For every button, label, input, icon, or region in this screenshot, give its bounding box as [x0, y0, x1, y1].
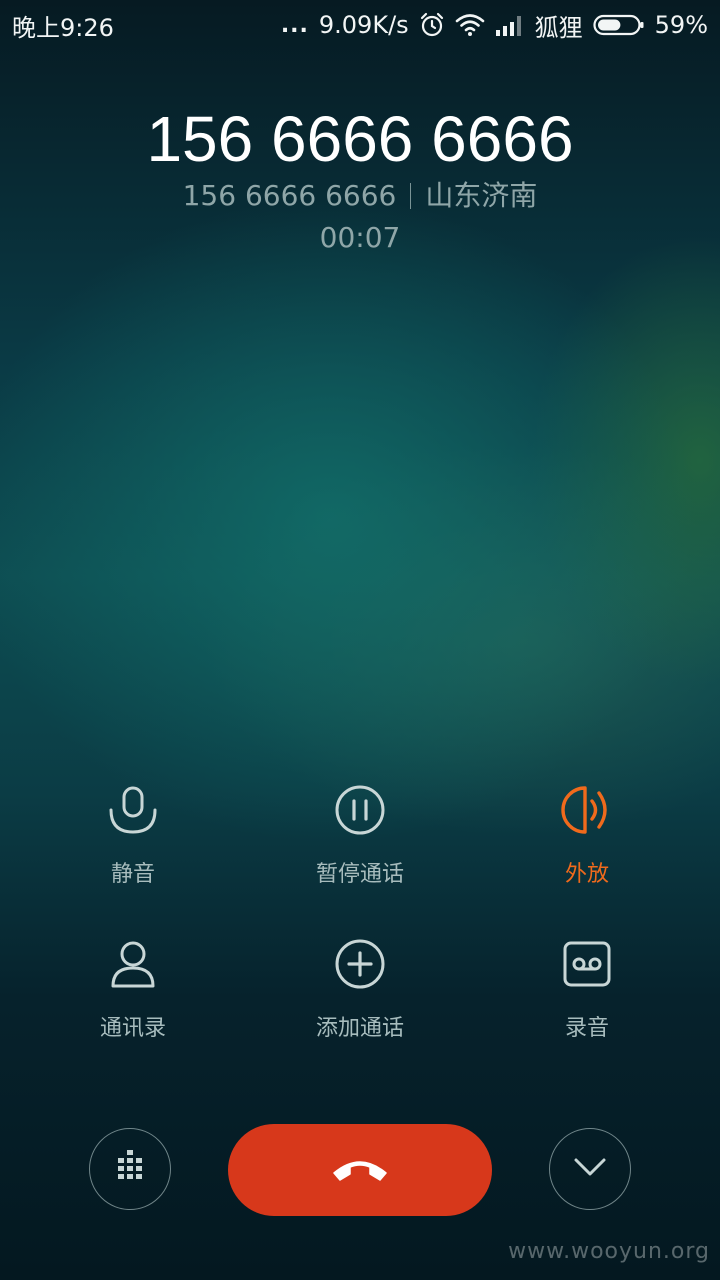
dialpad-icon [112, 1149, 148, 1189]
record-label: 录音 [564, 1016, 609, 1041]
wifi-icon [455, 13, 485, 37]
battery-icon [593, 13, 645, 37]
status-time: 晚上9:26 [12, 13, 114, 42]
call-actions: 静音 暂停通话 外放 通讯录 添加通话 录音 [20, 780, 700, 1064]
hold-button[interactable]: 暂停通话 [246, 780, 474, 910]
divider [410, 183, 412, 209]
contact-icon [103, 934, 163, 994]
call-timer: 00:07 [319, 221, 401, 254]
speaker-button[interactable]: 外放 [474, 780, 700, 910]
carrier-name: 狐狸 [534, 13, 583, 42]
record-button[interactable]: 录音 [474, 934, 700, 1064]
add-call-icon [330, 934, 390, 994]
pause-icon [330, 780, 390, 840]
alarm-icon [419, 12, 445, 38]
watermark: www.wooyun.org [508, 1239, 710, 1264]
mute-button[interactable]: 静音 [20, 780, 246, 910]
speaker-label: 外放 [564, 862, 609, 887]
add-call-button[interactable]: 添加通话 [246, 934, 474, 1064]
caller-sub-number: 156 6666 6666 [182, 179, 397, 212]
hangup-icon [330, 1153, 390, 1187]
status-icons: ... 9.09K/s 狐狸 59% [281, 8, 708, 43]
dialpad-button[interactable] [89, 1128, 171, 1210]
signal-icon [495, 14, 525, 36]
microphone-icon [103, 780, 163, 840]
collapse-button[interactable] [549, 1128, 631, 1210]
caller-number: 156 6666 6666 [146, 103, 574, 175]
mute-label: 静音 [110, 862, 155, 887]
battery-percent: 59% [654, 11, 708, 39]
network-speed: 9.09K/s [318, 11, 409, 39]
caller-location: 山东济南 [425, 179, 538, 212]
contacts-button[interactable]: 通讯录 [20, 934, 246, 1064]
more-indicator: ... [280, 12, 309, 38]
caller-details: 156 6666 6666 山东济南 [0, 178, 720, 214]
bottom-controls [0, 1122, 720, 1218]
hold-label: 暂停通话 [315, 862, 404, 887]
speaker-icon [557, 780, 617, 840]
contacts-label: 通讯录 [99, 1016, 166, 1041]
add-call-label: 添加通话 [315, 1016, 404, 1041]
chevron-down-icon [573, 1157, 607, 1181]
caller-info: 156 6666 6666 156 6666 6666 山东济南 00:07 [0, 100, 720, 256]
record-icon [557, 934, 617, 994]
status-bar: 晚上9:26 ... 9.09K/s 狐狸 59% [0, 0, 720, 50]
hangup-button[interactable] [228, 1124, 492, 1216]
